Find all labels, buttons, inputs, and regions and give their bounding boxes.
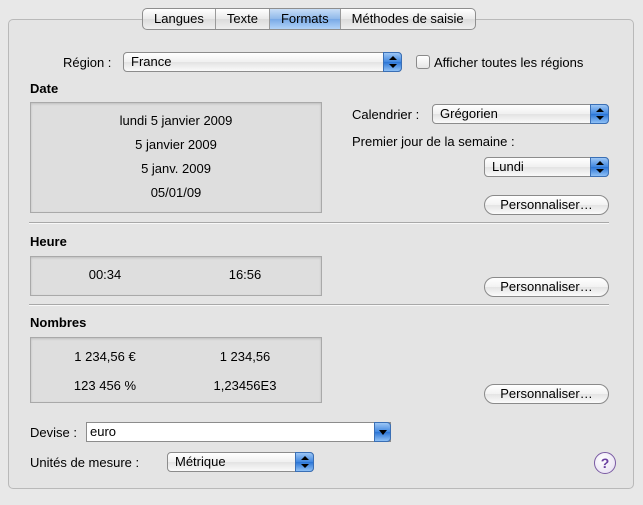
- units-popup[interactable]: Métrique: [167, 452, 314, 472]
- tab-texte[interactable]: Texte: [216, 9, 270, 29]
- currency-value: euro: [90, 424, 117, 439]
- region-value: France: [131, 54, 172, 69]
- date-sample-long: 5 janvier 2009: [135, 137, 217, 152]
- currency-combo[interactable]: euro: [86, 422, 391, 442]
- tab-langues[interactable]: Langues: [143, 9, 216, 29]
- chevron-down-icon[interactable]: [374, 422, 391, 442]
- region-popup[interactable]: France: [123, 52, 402, 72]
- date-sample-short: 05/01/09: [150, 185, 202, 200]
- calendar-value: Grégorien: [440, 106, 498, 121]
- numbers-sample-box: 1 234,56 € 1 234,56 123 456 % 1,23456E3: [30, 337, 322, 403]
- time-sample-box: 00:34 16:56: [30, 256, 322, 296]
- region-label: Région :: [63, 55, 112, 70]
- formats-panel: [8, 19, 634, 489]
- time-sample-long: 16:56: [228, 267, 262, 282]
- popup-arrows-icon: [590, 157, 609, 177]
- date-sample-box: lundi 5 janvier 2009 5 janvier 2009 5 ja…: [30, 102, 322, 213]
- scientific-sample: 1,23456E3: [213, 378, 277, 393]
- help-icon[interactable]: ?: [594, 452, 616, 474]
- units-label: Unités de mesure :: [30, 455, 140, 470]
- numbers-customize-button[interactable]: Personnaliser…: [484, 384, 609, 404]
- tab-formats[interactable]: Formats: [269, 9, 341, 29]
- popup-arrows-icon: [295, 452, 314, 472]
- first-day-popup[interactable]: Lundi: [484, 157, 609, 177]
- separator-time-numbers: [29, 304, 609, 306]
- calendar-label: Calendrier :: [352, 107, 420, 122]
- numbers-heading: Nombres: [30, 315, 87, 330]
- tab-bar: Langues Texte Formats Méthodes de saisie: [142, 8, 476, 30]
- popup-arrows-icon: [383, 52, 402, 72]
- currency-sample: 1 234,56 €: [74, 349, 136, 364]
- first-day-label: Premier jour de la semaine :: [352, 134, 515, 149]
- separator-date-time: [29, 222, 609, 224]
- time-customize-button[interactable]: Personnaliser…: [484, 277, 609, 297]
- percent-sample: 123 456 %: [73, 378, 137, 393]
- decimal-sample: 1 234,56: [219, 349, 271, 364]
- currency-label: Devise :: [30, 425, 77, 440]
- first-day-value: Lundi: [492, 159, 524, 174]
- date-customize-button[interactable]: Personnaliser…: [484, 195, 609, 215]
- date-sample-full: lundi 5 janvier 2009: [119, 113, 233, 128]
- show-all-regions-label: Afficher toutes les régions: [434, 55, 584, 70]
- calendar-popup[interactable]: Grégorien: [432, 104, 609, 124]
- popup-arrows-icon: [590, 104, 609, 124]
- date-sample-medium: 5 janv. 2009: [141, 161, 211, 176]
- time-sample-short: 00:34: [88, 267, 122, 282]
- time-heading: Heure: [30, 234, 67, 249]
- tab-methodes-de-saisie[interactable]: Méthodes de saisie: [341, 9, 475, 29]
- date-heading: Date: [30, 81, 59, 96]
- units-value: Métrique: [175, 454, 226, 469]
- show-all-regions-checkbox[interactable]: [416, 55, 430, 69]
